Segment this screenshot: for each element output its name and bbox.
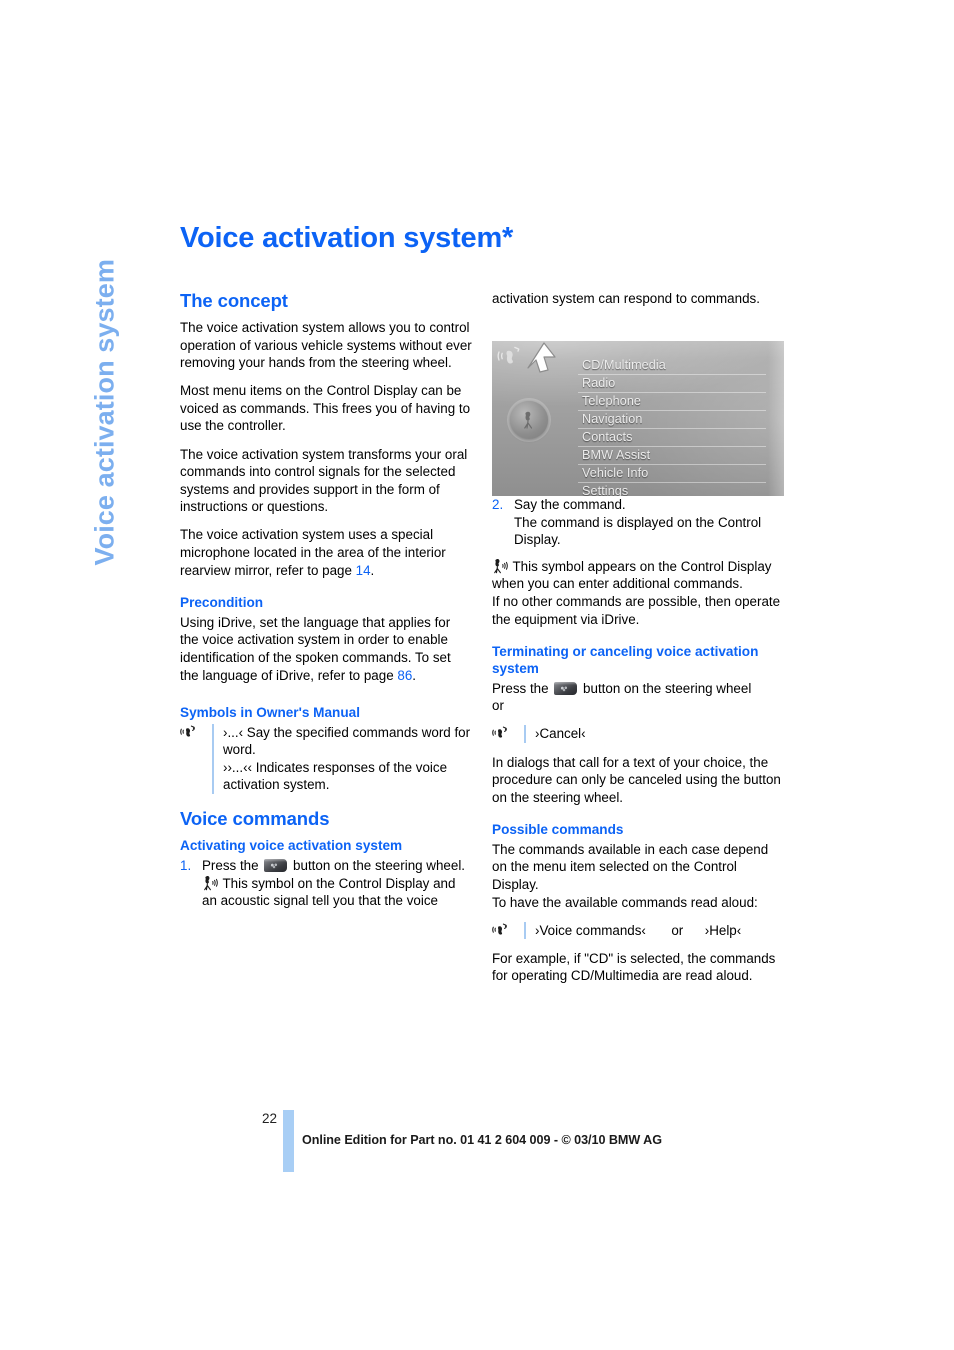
voice-command-or: or — [671, 922, 684, 938]
footer-accent-bar — [283, 1110, 294, 1172]
cancel-command-block: ›Cancel‹ — [492, 725, 784, 744]
terminating-text-after: button on the steering wheel — [583, 680, 752, 696]
heading-voice-commands: Voice commands — [180, 807, 330, 829]
voice-command-help: ›Help‹ — [704, 922, 742, 938]
voice-command-cancel: ›Cancel‹ — [535, 726, 586, 742]
figure-right-highlight — [768, 341, 784, 496]
page-reference-14[interactable]: 14 — [356, 563, 371, 578]
step-2-number: 2. — [492, 497, 504, 513]
symbol-note-paragraph-2: If no other commands are possible, then … — [492, 594, 781, 627]
precondition-period: . — [412, 667, 417, 683]
continued-paragraph: activation system can respond to command… — [492, 291, 760, 306]
menu-item[interactable]: Telephone — [578, 393, 766, 411]
concept-paragraph-3: The voice activation system transforms y… — [180, 446, 468, 515]
terminating-paragraph: Press the button on the steering wheel — [492, 680, 784, 698]
possible-paragraph-3: For example, if "CD" is selected, the co… — [492, 950, 776, 984]
chapter-side-tab-label: Voice activation system — [89, 259, 120, 566]
terminating-or: or — [492, 698, 504, 714]
voice-active-symbol-icon — [204, 875, 218, 890]
say-command-icon — [180, 724, 212, 741]
read-aloud-commands-text: ›Voice commands‹ or ›Help‹ — [524, 921, 742, 940]
symbol-note-text-1: This symbol appears on the Control Displ… — [492, 558, 772, 592]
say-command-icon — [492, 725, 524, 742]
concept-paragraph-4: The voice activation system uses a speci… — [180, 526, 472, 579]
precondition-paragraph: Using iDrive, set the language that appl… — [180, 614, 472, 684]
step-1-body: Press the button on the steering wheel. — [202, 857, 472, 875]
menu-item[interactable]: Navigation — [578, 411, 766, 429]
terminating-text-before: Press the — [492, 680, 549, 696]
possible-paragraph-2: To have the available commands read alou… — [492, 894, 758, 910]
menu-item[interactable]: Settings — [578, 483, 766, 496]
heading-symbols-in-owners-manual: Symbols in Owner's Manual — [180, 704, 360, 720]
symbols-legend-block: ›...‹ Say the specified commands word fo… — [180, 723, 472, 794]
step-1-note: This symbol on the Control Display and a… — [202, 875, 472, 910]
pointer-cursor-icon — [527, 342, 556, 373]
step-1-text-after: button on the steering wheel. — [293, 857, 466, 873]
menu-item[interactable]: BMW Assist — [578, 447, 766, 465]
footer-text: Online Edition for Part no. 01 41 2 604 … — [302, 1133, 662, 1147]
heading-possible-commands: Possible commands — [492, 821, 624, 837]
step-1: 1. Press the button on the steering whee… — [180, 857, 472, 875]
chapter-side-tab: Voice activation system — [0, 0, 180, 600]
step-2: 2. Say the command. The command is displ… — [492, 496, 784, 549]
menu-item[interactable]: Contacts — [578, 429, 766, 447]
page-number: 22 — [262, 1111, 278, 1126]
heading-the-concept: The concept — [180, 290, 288, 311]
control-display-menu: CD/Multimedia Radio Telephone Navigation… — [578, 357, 766, 496]
possible-paragraph-1: The commands available in each case depe… — [492, 841, 769, 892]
say-command-icon — [492, 922, 524, 939]
left-column: The concept The voice activation system … — [180, 290, 472, 910]
concept-paragraph-4-text: The voice activation system uses a speci… — [180, 527, 446, 578]
idrive-controller-dial — [510, 401, 548, 439]
dial-voice-icon — [524, 411, 533, 429]
step-2-line-2: The command is displayed on the Control … — [514, 514, 762, 548]
steering-wheel-button-icon — [554, 681, 578, 695]
menu-item[interactable]: Vehicle Info — [578, 465, 766, 483]
step-1-number: 1. — [180, 857, 192, 873]
step-1-text-before: Press the — [202, 857, 259, 873]
heading-precondition: Precondition — [180, 594, 264, 610]
menu-item[interactable]: Radio — [578, 375, 766, 393]
voice-command-voice-commands: ›Voice commands‹ — [535, 922, 646, 938]
terminating-note: In dialogs that call for a text of your … — [492, 754, 781, 805]
control-display-figure: CD/Multimedia Radio Telephone Navigation… — [492, 341, 784, 496]
symbols-line-2: ››...‹‹ Indicates responses of the voice… — [223, 759, 448, 793]
symbols-line-1: ›...‹ Say the specified commands word fo… — [223, 724, 471, 758]
page-reference-86[interactable]: 86 — [397, 668, 412, 683]
step-1-note-text: This symbol on the Control Display and a… — [202, 875, 456, 909]
steering-wheel-button-icon — [264, 858, 288, 872]
cancel-command-text: ›Cancel‹ — [524, 725, 586, 744]
step-2-body: Say the command. The command is displaye… — [514, 496, 784, 549]
symbols-legend-text: ›...‹ Say the specified commands word fo… — [212, 723, 472, 794]
heading-terminating-or-canceling: Terminating or canceling voice activatio… — [492, 643, 759, 676]
concept-paragraph-1: The voice activation system allows you t… — [180, 320, 472, 371]
read-aloud-commands-block: ›Voice commands‹ or ›Help‹ — [492, 921, 784, 940]
heading-activating-voice-activation-system: Activating voice activation system — [180, 837, 403, 853]
concept-paragraph-2: Most menu items on the Control Display c… — [180, 383, 471, 434]
symbol-note-paragraph-1: This symbol appears on the Control Displ… — [492, 558, 784, 593]
menu-item[interactable]: CD/Multimedia — [578, 357, 766, 375]
page-title: Voice activation system* — [180, 222, 514, 254]
voice-active-symbol-icon — [494, 558, 508, 574]
step-2-line-1: Say the command. — [514, 497, 626, 513]
concept-paragraph-4-period: . — [370, 562, 375, 578]
